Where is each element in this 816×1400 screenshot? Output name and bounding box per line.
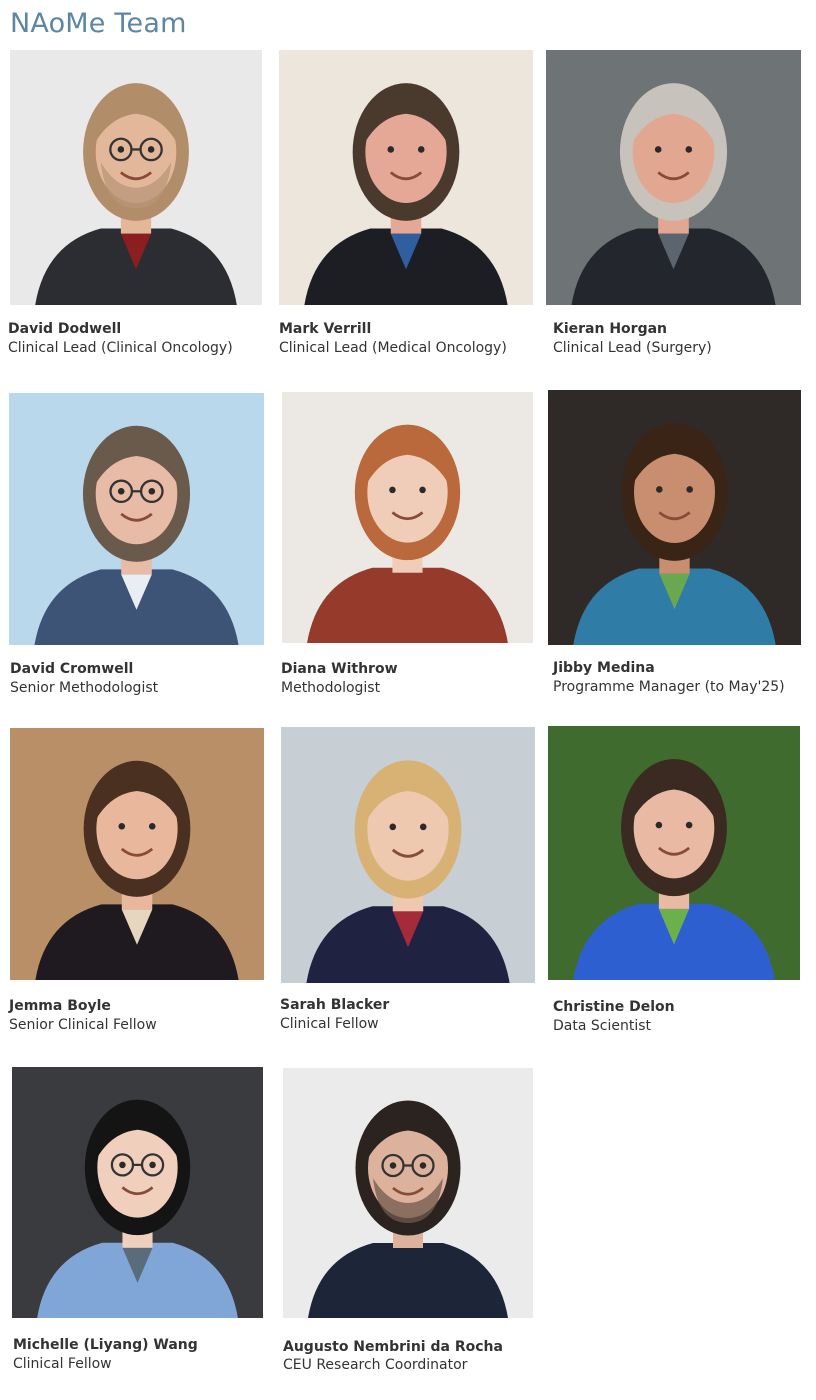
portrait-illustration: [12, 1067, 263, 1318]
portrait-illustration: [548, 726, 800, 980]
member-photo: [281, 727, 535, 983]
right-eye: [419, 486, 426, 494]
member-photo: [12, 1067, 263, 1318]
member-role: Clinical Fellow: [13, 1356, 112, 1372]
portrait-illustration: [9, 393, 264, 645]
portrait-illustration: [279, 50, 533, 305]
member-name: Jibby Medina: [553, 660, 655, 676]
member-role: Clinical Lead (Surgery): [553, 340, 712, 356]
right-eye: [148, 488, 156, 495]
left-eye: [389, 823, 397, 831]
right-eye: [685, 146, 693, 153]
member-name: Mark Verrill: [279, 321, 372, 337]
right-eye: [417, 146, 425, 153]
left-eye: [119, 1161, 126, 1169]
right-eye: [686, 486, 693, 493]
portrait-illustration: [281, 727, 535, 983]
member-role: Programme Manager (to May'25): [553, 679, 785, 695]
member-role: Methodologist: [281, 680, 381, 696]
member-photo: [10, 50, 262, 305]
left-eye: [389, 1162, 397, 1169]
right-eye: [419, 823, 427, 831]
left-eye: [654, 146, 662, 153]
member-name: Jemma Boyle: [9, 998, 111, 1014]
right-eye: [148, 823, 156, 830]
member-role: Senior Methodologist: [10, 680, 159, 696]
member-role: Senior Clinical Fellow: [9, 1017, 157, 1033]
right-eye: [685, 821, 693, 829]
member-photo: [279, 50, 533, 305]
member-photo: [548, 726, 800, 980]
member-name: Michelle (Liyang) Wang: [13, 1337, 198, 1353]
member-photo: [10, 728, 264, 980]
right-eye: [149, 1161, 156, 1169]
member-name: Augusto Nembrini da Rocha: [283, 1339, 503, 1355]
portrait-illustration: [548, 390, 801, 645]
left-eye: [118, 823, 126, 830]
portrait-illustration: [10, 728, 264, 980]
member-name: Kieran Horgan: [553, 321, 668, 337]
member-role: Data Scientist: [553, 1018, 651, 1034]
left-eye: [389, 486, 396, 494]
left-eye: [117, 146, 125, 153]
member-name: Sarah Blacker: [280, 997, 390, 1013]
member-photo: [282, 392, 533, 643]
left-eye: [655, 821, 663, 829]
portrait-illustration: [10, 50, 262, 305]
member-name: Christine Delon: [553, 999, 675, 1015]
member-role: Clinical Fellow: [280, 1016, 379, 1032]
member-role: Clinical Lead (Medical Oncology): [279, 340, 507, 356]
portrait-illustration: [283, 1068, 533, 1318]
left-eye: [387, 146, 395, 153]
member-role: CEU Research Coordinator: [283, 1357, 468, 1373]
member-role: Clinical Lead (Clinical Oncology): [8, 340, 233, 356]
member-name: David Dodwell: [8, 321, 122, 337]
portrait-illustration: [282, 392, 533, 643]
right-eye: [147, 146, 155, 153]
page-title: NAoMe Team: [10, 8, 187, 39]
member-name: Diana Withrow: [281, 661, 398, 677]
member-name: David Cromwell: [10, 661, 134, 677]
member-photo: [548, 390, 801, 645]
left-eye: [656, 486, 663, 493]
member-photo: [283, 1068, 533, 1318]
portrait-illustration: [546, 50, 801, 305]
right-eye: [419, 1162, 427, 1169]
member-photo: [9, 393, 264, 645]
member-photo: [546, 50, 801, 305]
left-eye: [117, 488, 125, 495]
